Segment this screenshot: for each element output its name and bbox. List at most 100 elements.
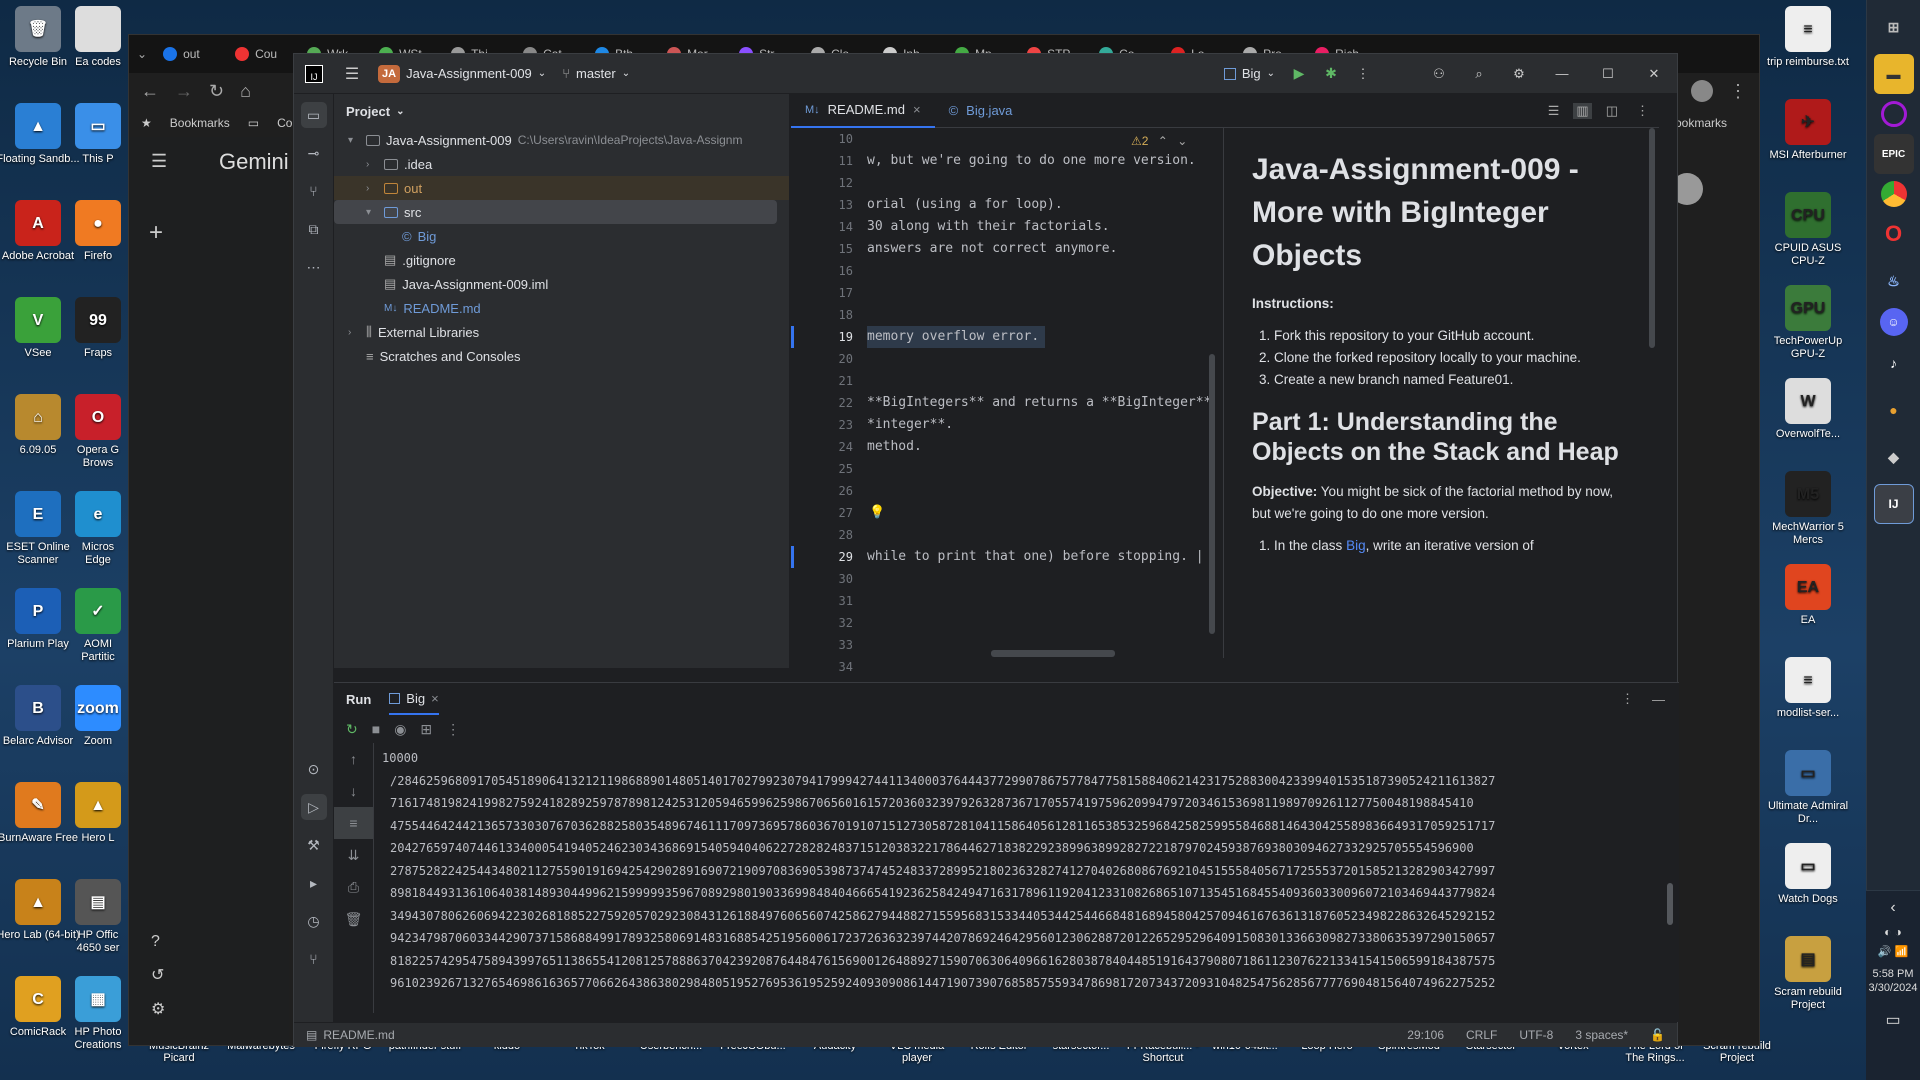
desktop-icon[interactable]: O Opera G Brows (68, 394, 128, 470)
build-icon[interactable]: ⚒ (301, 832, 327, 858)
browser-tab[interactable]: Cou (227, 40, 297, 68)
back-icon[interactable]: ← (141, 81, 159, 102)
close-tab-icon[interactable]: × (431, 691, 439, 706)
desktop-icon[interactable]: ✈ MSI Afterburner (1766, 99, 1850, 162)
code-line[interactable] (867, 458, 1221, 480)
settings-gear-icon[interactable]: ⚙ (1499, 66, 1539, 82)
close-tab-icon[interactable]: × (913, 102, 921, 117)
desktop-icon[interactable]: 99 Fraps (68, 297, 128, 360)
tray-time[interactable]: 5:58 PM (1866, 968, 1920, 980)
expand-arrow-icon[interactable]: › (348, 327, 360, 338)
tree-item[interactable]: M↓ README.md (334, 296, 789, 320)
desktop-icon[interactable]: ● Firefo (68, 200, 128, 263)
pull-requests-icon[interactable]: ⑂ (301, 178, 327, 204)
structure-icon[interactable]: ⧉ (301, 216, 327, 242)
scroll-up-icon[interactable]: ↑ (334, 743, 373, 775)
scroll-to-end-icon[interactable]: ⇊ (334, 839, 373, 871)
git-icon[interactable]: ⑂ (301, 946, 327, 972)
intellij-taskbar-icon[interactable]: IJ (1873, 484, 1914, 524)
app-icon[interactable]: ● (1874, 390, 1914, 430)
code-line[interactable] (867, 304, 1221, 326)
run-tab-big[interactable]: Big × (389, 683, 439, 715)
code-line[interactable]: method. (867, 436, 1221, 458)
chevron-left-icon[interactable]: ‹ (1866, 899, 1920, 917)
desktop-icon[interactable]: ≡ trip reimburse.txt (1766, 6, 1850, 69)
camera-icon[interactable]: ◉ (394, 721, 406, 738)
desktop-icon[interactable]: zoom Zoom (68, 685, 128, 748)
debug-icon[interactable]: ✱ (1315, 65, 1347, 82)
desktop-icon[interactable]: M5 MechWarrior 5 Mercs (1766, 471, 1850, 547)
restore-layout-icon[interactable]: ⊞ (420, 721, 432, 738)
explorer-icon[interactable]: ▬ (1873, 54, 1914, 94)
desktop-icon[interactable]: ▭ Watch Dogs (1766, 843, 1850, 906)
main-menu-icon[interactable]: ☰ (334, 64, 370, 84)
code-line[interactable] (867, 612, 1221, 634)
maximize-icon[interactable]: ☐ (1585, 66, 1631, 82)
new-chat-icon[interactable]: + (149, 219, 163, 247)
tree-item[interactable]: ▤ Java-Assignment-009.iml (334, 272, 789, 296)
epic-icon[interactable]: EPIC (1873, 134, 1914, 174)
desktop-icon[interactable]: e Micros Edge (68, 491, 128, 567)
add-user-icon[interactable]: ⚇ (1419, 66, 1459, 82)
code-line[interactable]: orial (using a for loop). (867, 194, 1221, 216)
project-selector[interactable]: JA Java-Assignment-009 ⌄ (370, 60, 554, 88)
forward-icon[interactable]: → (175, 81, 193, 102)
start-icon[interactable]: ⊞ (1874, 7, 1914, 47)
tree-item[interactable]: ▾ src (334, 200, 777, 224)
home-icon[interactable]: ⌂ (240, 81, 251, 102)
expand-arrow-icon[interactable]: › (366, 159, 378, 170)
close-icon[interactable]: ✕ (1631, 66, 1677, 82)
reload-icon[interactable]: ↻ (209, 81, 224, 102)
volume-icon[interactable]: 🔊 📶 (1866, 945, 1920, 958)
line-ending[interactable]: CRLF (1466, 1028, 1497, 1042)
code-line[interactable] (867, 590, 1221, 612)
notifications-icon[interactable]: ▭ (1866, 1010, 1920, 1030)
code-line[interactable]: *integer**. (867, 414, 1221, 436)
code-line[interactable]: w, but we're going to do one more versio… (867, 150, 1221, 172)
problems-icon[interactable]: ◷ (301, 908, 327, 934)
code-line[interactable] (867, 480, 1221, 502)
desktop-icon[interactable]: ▤ HP Offic 4650 ser (68, 879, 128, 955)
minimize-icon[interactable]: — (1539, 66, 1585, 81)
code-line[interactable] (867, 282, 1221, 304)
history-icon[interactable]: ↺ (151, 965, 164, 985)
run-options-icon[interactable]: ⋮ (1621, 691, 1634, 707)
caret-position[interactable]: 29:106 (1407, 1028, 1444, 1042)
desktop-icon[interactable]: GPU TechPowerUp GPU-Z (1766, 285, 1850, 361)
scroll-down-icon[interactable]: ↓ (334, 775, 373, 807)
run-icon[interactable]: ▶ (1283, 65, 1315, 82)
code-line[interactable]: while to print that one) before stopping… (867, 546, 1221, 568)
tree-item[interactable]: ▾ Java-Assignment-009 C:\Users\ravin\IdeaP… (334, 128, 789, 152)
expand-arrow-icon[interactable]: ▾ (366, 207, 378, 218)
tab-readme[interactable]: M↓ README.md × (791, 94, 935, 128)
opera-icon[interactable] (1880, 101, 1907, 127)
indent-setting[interactable]: 3 spaces* (1575, 1028, 1628, 1042)
project-panel-header[interactable]: Project ⌄ (334, 94, 789, 128)
chrome-icon[interactable] (1880, 181, 1907, 207)
desktop-icon[interactable]: ▭ This P (68, 103, 128, 166)
console-output[interactable]: 10000/2846259680917054518906413212119868… (382, 747, 1652, 1009)
stop-icon[interactable]: ■ (372, 721, 380, 737)
lock-icon[interactable]: 🔓 (1650, 1028, 1665, 1042)
code-line[interactable]: memory overflow error. (867, 326, 1046, 348)
more-tabs-icon[interactable]: ⋮ (1636, 103, 1649, 119)
code-line[interactable] (867, 502, 1221, 524)
desktop-icon[interactable]: W OverwolfTe... (1766, 378, 1850, 441)
desktop-icon[interactable]: EA EA (1766, 564, 1850, 627)
settings-icon[interactable]: ⚙ (151, 999, 165, 1019)
run-config-selector[interactable]: Big ⌄ (1216, 60, 1283, 88)
console-scrollbar[interactable] (1667, 883, 1673, 925)
commit-icon[interactable]: ⊸ (301, 140, 327, 166)
intellij-logo-icon[interactable]: IJ (294, 64, 334, 83)
desktop-icon[interactable]: ▦ HP Photo Creations (68, 976, 128, 1052)
desktop-icon[interactable]: CPU CPUID ASUS CPU-Z (1766, 192, 1850, 268)
terminal-icon[interactable]: ▸ (301, 870, 327, 896)
tree-item[interactable]: ≡ Scratches and Consoles (334, 344, 789, 368)
code-line[interactable]: **BigIntegers** and returns a **BigInteg… (867, 392, 1221, 414)
hide-panel-icon[interactable]: — (1652, 692, 1665, 707)
tree-item[interactable]: › out (334, 176, 789, 200)
tiktok-icon[interactable]: ♪ (1874, 343, 1914, 383)
tab-big-java[interactable]: © Big.java (935, 94, 1027, 128)
tray-date[interactable]: 3/30/2024 (1866, 982, 1920, 994)
editor-vertical-scrollbar[interactable] (1209, 354, 1215, 634)
